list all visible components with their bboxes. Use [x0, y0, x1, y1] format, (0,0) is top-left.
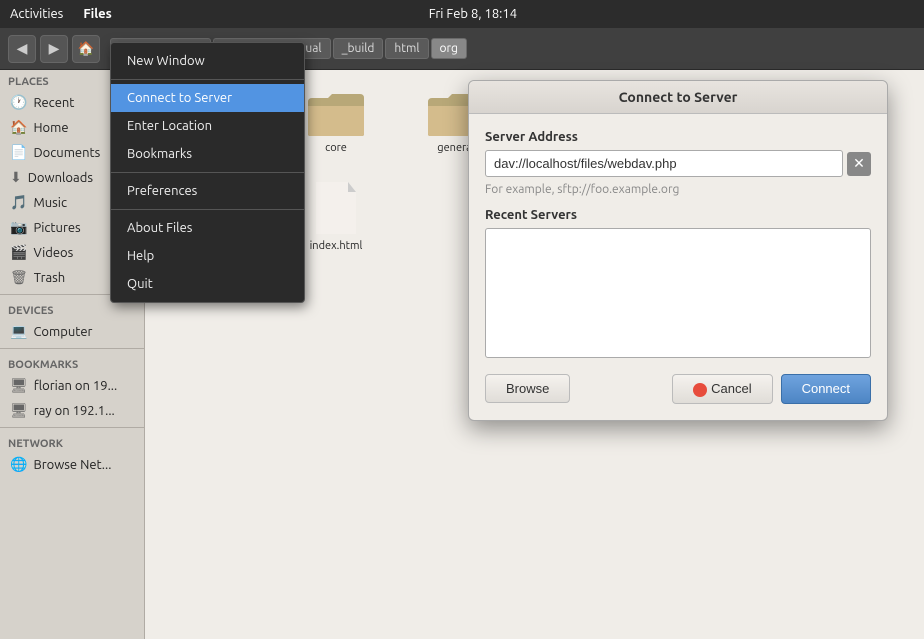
menu-item-enter-location[interactable]: Enter Location	[111, 112, 304, 140]
top-bar-left: Activities Files	[10, 7, 112, 21]
sidebar-label-pictures: Pictures	[33, 221, 80, 235]
clear-address-button[interactable]: ✕	[847, 152, 871, 176]
connect-to-server-dialog: Connect to Server Server Address ✕ For e…	[468, 80, 888, 421]
recent-servers-box	[485, 228, 871, 358]
sidebar-label-recent: Recent	[33, 96, 74, 110]
ray-icon: 🖥	[10, 402, 28, 419]
folder-icon	[306, 90, 366, 138]
connect-button[interactable]: Connect	[781, 374, 871, 404]
bookmarks-label: Bookmarks	[0, 353, 144, 373]
menu-item-help[interactable]: Help	[111, 242, 304, 270]
sidebar-label-documents: Documents	[33, 146, 100, 160]
menu-item-bookmarks[interactable]: Bookmarks	[111, 140, 304, 168]
cancel-button[interactable]: Cancel	[672, 374, 772, 404]
breadcrumb-html[interactable]: html	[385, 38, 428, 59]
menu-item-preferences[interactable]: Preferences	[111, 177, 304, 205]
home-side-icon: 🏠	[10, 119, 27, 136]
cancel-label: Cancel	[711, 381, 751, 396]
file-name: core	[325, 142, 347, 154]
sidebar-label-trash: Trash	[34, 271, 65, 285]
home-button[interactable]: 🏠	[72, 35, 100, 63]
dialog-title: Connect to Server	[469, 81, 887, 114]
menu-item-connect-to-server[interactable]: Connect to Server	[111, 84, 304, 112]
sidebar-label-home: Home	[33, 121, 68, 135]
network-icon: 🌐	[10, 456, 27, 473]
breadcrumb-org[interactable]: org	[431, 38, 467, 59]
datetime: Fri Feb 8, 18:14	[429, 7, 517, 21]
recent-servers-label: Recent Servers	[485, 208, 871, 222]
downloads-icon: ⬇	[10, 169, 22, 186]
sidebar-label-downloads: Downloads	[28, 171, 93, 185]
sidebar-label-music: Music	[33, 196, 67, 210]
sidebar-item-florian[interactable]: 🖥 florian on 19...	[2, 373, 142, 398]
sidebar-label-florian: florian on 19...	[34, 379, 117, 393]
sidebar-divider-2	[0, 348, 144, 349]
server-address-hint: For example, sftp://foo.example.org	[485, 183, 871, 196]
sidebar-label-network: Browse Net...	[33, 458, 111, 472]
menu-separator-2	[111, 172, 304, 173]
menu-item-new-window[interactable]: New Window	[111, 47, 304, 75]
trash-icon: 🗑	[10, 269, 28, 286]
file-name: index.html	[310, 240, 363, 252]
videos-icon: 🎬	[10, 244, 27, 261]
server-address-label: Server Address	[485, 130, 871, 144]
top-bar: Activities Files Fri Feb 8, 18:14	[0, 0, 924, 28]
sidebar-label-videos: Videos	[33, 246, 73, 260]
sidebar-item-computer[interactable]: 💻 Computer	[2, 319, 142, 344]
files-menu[interactable]: Files	[83, 7, 111, 21]
server-address-row: ✕	[485, 150, 871, 177]
documents-icon: 📄	[10, 144, 27, 161]
sidebar-label-ray: ray on 192.1...	[34, 404, 115, 418]
sidebar-divider-3	[0, 427, 144, 428]
sidebar-label-computer: Computer	[33, 325, 92, 339]
forward-button[interactable]: ▶	[40, 35, 68, 63]
files-dropdown-menu: New Window Connect to Server Enter Locat…	[110, 42, 305, 303]
florian-icon: 🖥	[10, 377, 28, 394]
sidebar-item-browse-network[interactable]: 🌐 Browse Net...	[2, 452, 142, 477]
menu-item-quit[interactable]: Quit	[111, 270, 304, 298]
browse-button[interactable]: Browse	[485, 374, 570, 403]
computer-icon: 💻	[10, 323, 27, 340]
dialog-buttons: Browse Cancel Connect	[485, 374, 871, 404]
dialog-body: Server Address ✕ For example, sftp://foo…	[469, 114, 887, 420]
home-icon: 🏠	[78, 41, 95, 57]
network-label: Network	[0, 432, 144, 452]
sidebar-item-ray[interactable]: 🖥 ray on 192.1...	[2, 398, 142, 423]
menu-separator-3	[111, 209, 304, 210]
dialog-right-buttons: Cancel Connect	[672, 374, 871, 404]
back-button[interactable]: ◀	[8, 35, 36, 63]
file-html-icon-3	[312, 180, 360, 236]
menu-separator-1	[111, 79, 304, 80]
cancel-icon	[693, 383, 707, 397]
music-icon: 🎵	[10, 194, 27, 211]
pictures-icon: 📷	[10, 219, 27, 236]
menu-item-about-files[interactable]: About Files	[111, 214, 304, 242]
activities-menu[interactable]: Activities	[10, 7, 63, 21]
breadcrumb-build[interactable]: _build	[333, 38, 384, 59]
recent-icon: 🕐	[10, 94, 27, 111]
server-address-input[interactable]	[485, 150, 843, 177]
